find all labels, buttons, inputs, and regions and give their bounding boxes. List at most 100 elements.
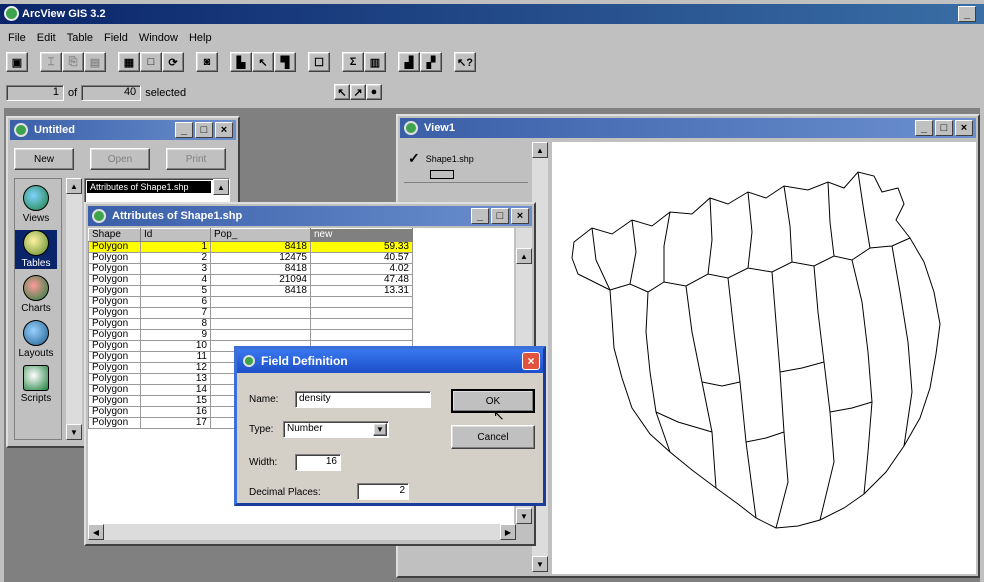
table-cell-shape[interactable]: Polygon xyxy=(88,329,141,341)
help-pointer-button[interactable]: ↖? xyxy=(454,52,476,72)
copy-button[interactable]: ⎘ xyxy=(62,52,84,72)
table-cell-id[interactable]: 8 xyxy=(140,318,211,330)
scroll-up-icon[interactable]: ▲ xyxy=(66,178,82,194)
table-row[interactable]: Polygon 9 xyxy=(88,329,413,341)
table-cell-pop[interactable]: 8418 xyxy=(210,241,311,253)
view-maximize-button[interactable]: □ xyxy=(935,120,953,136)
table-cell-shape[interactable]: Polygon xyxy=(88,241,141,253)
table-row[interactable]: Polygon 8 xyxy=(88,318,413,330)
table-cell-id[interactable]: 17 xyxy=(140,417,211,429)
table-cell-pop[interactable] xyxy=(210,329,311,341)
attributes-titlebar[interactable]: Attributes of Shape1.shp _ □ × xyxy=(88,206,532,226)
table-cell-shape[interactable]: Polygon xyxy=(88,285,141,297)
list-scroll-up-icon[interactable]: ▲ xyxy=(213,179,229,195)
map-canvas[interactable] xyxy=(552,142,976,574)
legend-layer[interactable]: ✓ Shape1.shp xyxy=(408,150,474,167)
table-cell-id[interactable]: 12 xyxy=(140,362,211,374)
table-cell-pop[interactable] xyxy=(210,307,311,319)
scroll-down-icon[interactable]: ▼ xyxy=(66,424,82,440)
table-cell-shape[interactable]: Polygon xyxy=(88,274,141,286)
table-row[interactable]: Polygon 2 12475 40.57 xyxy=(88,252,413,264)
table-cell-shape[interactable]: Polygon xyxy=(88,362,141,374)
table-cell-new[interactable]: 13.31 xyxy=(310,285,413,297)
project-list-item[interactable]: Attributes of Shape1.shp xyxy=(87,181,211,193)
dialog-titlebar[interactable]: Field Definition × xyxy=(237,349,543,373)
menu-help[interactable]: Help xyxy=(189,32,212,48)
decimal-places-input[interactable]: 2 xyxy=(357,483,409,500)
table-cell-new[interactable] xyxy=(310,307,413,319)
scroll-down-icon[interactable]: ▼ xyxy=(516,508,532,524)
project-print-button[interactable]: Print xyxy=(166,148,226,170)
width-input[interactable]: 16 xyxy=(295,454,341,471)
save-project-button[interactable]: ▣ xyxy=(6,52,28,72)
table-cell-id[interactable]: 9 xyxy=(140,329,211,341)
table-cell-shape[interactable]: Polygon xyxy=(88,252,141,264)
query-builder-button[interactable]: ↖ xyxy=(252,52,274,72)
attributes-minimize-button[interactable]: _ xyxy=(471,208,489,224)
pointer-tool-icon[interactable]: ↖ xyxy=(334,84,350,100)
statistics-button[interactable]: ▥ xyxy=(364,52,386,72)
menu-file[interactable]: File xyxy=(8,32,26,48)
field-calculator-button[interactable]: ▜ xyxy=(274,52,296,72)
table-cell-pop[interactable]: 8418 xyxy=(210,263,311,275)
table-cell-shape[interactable]: Polygon xyxy=(88,417,141,429)
summarize-button[interactable]: Σ xyxy=(342,52,364,72)
table-cell-new[interactable] xyxy=(310,318,413,330)
select-tool-icon[interactable]: ↗ xyxy=(350,84,366,100)
identify-tool-icon[interactable]: ● xyxy=(366,84,382,100)
switch-selection-button[interactable]: ⟳ xyxy=(162,52,184,72)
table-cell-shape[interactable]: Polygon xyxy=(88,296,141,308)
project-icon-scrollbar[interactable]: ▲ ▼ xyxy=(66,178,82,440)
paste-button[interactable]: ▤ xyxy=(84,52,106,72)
layouts-doc-type[interactable]: Layouts xyxy=(15,320,57,359)
table-cell-shape[interactable]: Polygon xyxy=(88,395,141,407)
view-minimize-button[interactable]: _ xyxy=(915,120,933,136)
table-cell-id[interactable]: 13 xyxy=(140,373,211,385)
table-cell-pop[interactable]: 21094 xyxy=(210,274,311,286)
table-cell-id[interactable]: 4 xyxy=(140,274,211,286)
edit-table-button[interactable]: ☐ xyxy=(308,52,330,72)
column-header-id[interactable]: Id xyxy=(140,228,211,242)
chart-button[interactable]: ▟ xyxy=(398,52,420,72)
table-cell-shape[interactable]: Polygon xyxy=(88,351,141,363)
table-cell-new[interactable]: 4.02 xyxy=(310,263,413,275)
table-row[interactable]: Polygon 3 8418 4.02 xyxy=(88,263,413,275)
table-cell-id[interactable]: 6 xyxy=(140,296,211,308)
column-header-shape[interactable]: Shape xyxy=(88,228,141,242)
view-titlebar[interactable]: View1 _ □ × xyxy=(400,118,976,138)
column-header-pop[interactable]: Pop_ xyxy=(210,228,311,242)
table-cell-id[interactable]: 3 xyxy=(140,263,211,275)
table-cell-pop[interactable]: 8418 xyxy=(210,285,311,297)
charts-doc-type[interactable]: Charts xyxy=(15,275,57,314)
table-cell-shape[interactable]: Polygon xyxy=(88,318,141,330)
project-new-button[interactable]: New xyxy=(14,148,74,170)
table-cell-shape[interactable]: Polygon xyxy=(88,406,141,418)
table-cell-new[interactable]: 59.33 xyxy=(310,241,413,253)
table-row[interactable]: Polygon 7 xyxy=(88,307,413,319)
project-close-button[interactable]: × xyxy=(215,122,233,138)
project-minimize-button[interactable]: _ xyxy=(175,122,193,138)
table-cell-shape[interactable]: Polygon xyxy=(88,307,141,319)
cut-button[interactable]: ⌶ xyxy=(40,52,62,72)
dialog-close-button[interactable]: × xyxy=(522,352,540,370)
app-titlebar[interactable]: ArcView GIS 3.2 _ xyxy=(0,4,984,24)
table-cell-id[interactable]: 7 xyxy=(140,307,211,319)
app-minimize-button[interactable]: _ xyxy=(958,6,976,22)
promote-button[interactable]: ◙ xyxy=(196,52,218,72)
table-cell-shape[interactable]: Polygon xyxy=(88,384,141,396)
table-row[interactable]: Polygon 5 8418 13.31 xyxy=(88,285,413,297)
find-button[interactable]: ▙ xyxy=(230,52,252,72)
menu-field[interactable]: Field xyxy=(104,32,128,48)
menu-edit[interactable]: Edit xyxy=(37,32,56,48)
views-doc-type[interactable]: Views xyxy=(15,185,57,224)
dropdown-arrow-icon[interactable]: ▼ xyxy=(373,423,387,436)
project-open-button[interactable]: Open xyxy=(90,148,150,170)
table-cell-new[interactable]: 47.48 xyxy=(310,274,413,286)
table-cell-shape[interactable]: Polygon xyxy=(88,263,141,275)
select-none-button[interactable]: □ xyxy=(140,52,162,72)
scroll-down-icon[interactable]: ▼ xyxy=(532,556,548,572)
cancel-button[interactable]: Cancel xyxy=(451,425,535,449)
attributes-close-button[interactable]: × xyxy=(511,208,529,224)
table-row[interactable]: Polygon 4 21094 47.48 xyxy=(88,274,413,286)
column-header-new[interactable]: new xyxy=(310,228,413,242)
